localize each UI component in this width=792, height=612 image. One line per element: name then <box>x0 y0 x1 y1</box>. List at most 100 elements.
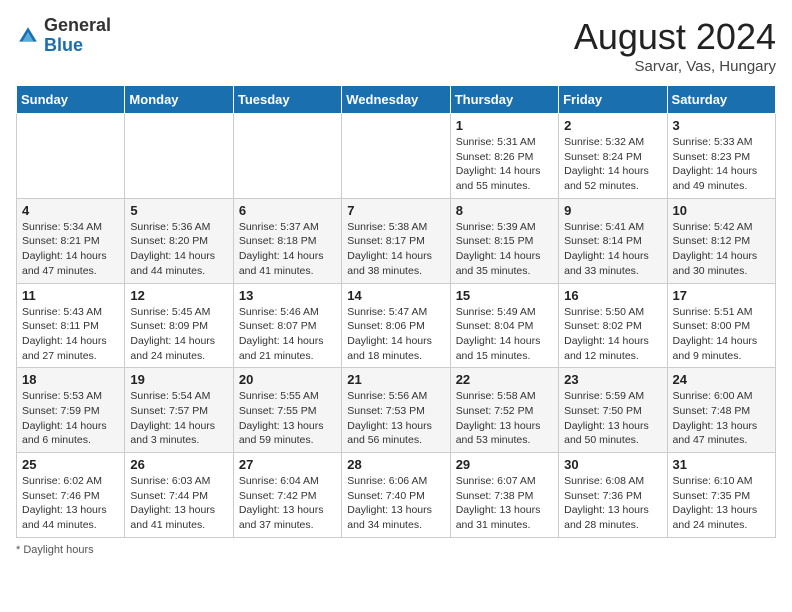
day-number: 3 <box>673 118 770 133</box>
day-number: 14 <box>347 288 444 303</box>
calendar-header-row: SundayMondayTuesdayWednesdayThursdayFrid… <box>17 86 776 114</box>
calendar-cell: 25Sunrise: 6:02 AM Sunset: 7:46 PM Dayli… <box>17 453 125 538</box>
calendar-week-row: 4 Sunrise: 5:34 AM Sunset: 8:21 PM Daylig… <box>17 198 776 283</box>
calendar-cell: 28 Sunrise: 6:06 AM Sunset: 7:40 PM Dayli… <box>342 453 450 538</box>
calendar-cell: 18 Sunrise: 5:53 AM Sunset: 7:59 PM Dayli… <box>17 368 125 453</box>
day-info: Sunrise: 6:04 AM Sunset: 7:42 PM Dayligh… <box>239 474 336 533</box>
day-number: 6 <box>239 203 336 218</box>
day-number: 4 <box>22 203 119 218</box>
day-info: Sunrise: 5:49 AM Sunset: 8:04 PM Dayligh… <box>456 305 553 364</box>
calendar-header-monday: Monday <box>125 86 233 114</box>
calendar-cell: 2 Sunrise: 5:32 AM Sunset: 8:24 PM Daylig… <box>559 114 667 199</box>
daylight-hours-label: Daylight hours <box>23 544 93 556</box>
day-number: 12 <box>130 288 227 303</box>
location-subtitle: Sarvar, Vas, Hungary <box>574 58 776 75</box>
calendar-cell: 21Sunrise: 5:56 AM Sunset: 7:53 PM Dayli… <box>342 368 450 453</box>
calendar-cell <box>233 114 341 199</box>
day-info: Sunrise: 5:39 AM Sunset: 8:15 PM Dayligh… <box>456 220 553 279</box>
day-info: Sunrise: 6:06 AM Sunset: 7:40 PM Dayligh… <box>347 474 444 533</box>
day-number: 26 <box>130 457 227 472</box>
day-info: Sunrise: 5:51 AM Sunset: 8:00 PM Dayligh… <box>673 305 770 364</box>
calendar-week-row: 18 Sunrise: 5:53 AM Sunset: 7:59 PM Dayli… <box>17 368 776 453</box>
logo-blue-text: Blue <box>44 36 111 56</box>
calendar-cell: 3Sunrise: 5:33 AM Sunset: 8:23 PM Daylig… <box>667 114 775 199</box>
calendar-cell: 6 Sunrise: 5:37 AM Sunset: 8:18 PM Daylig… <box>233 198 341 283</box>
logo-general-text: General <box>44 16 111 36</box>
day-info: Sunrise: 5:43 AM Sunset: 8:11 PM Dayligh… <box>22 305 119 364</box>
calendar-week-row: 25Sunrise: 6:02 AM Sunset: 7:46 PM Dayli… <box>17 453 776 538</box>
calendar-week-row: 1 Sunrise: 5:31 AM Sunset: 8:26 PM Daylig… <box>17 114 776 199</box>
calendar-cell: 13Sunrise: 5:46 AM Sunset: 8:07 PM Dayli… <box>233 283 341 368</box>
day-number: 8 <box>456 203 553 218</box>
calendar-cell: 7 Sunrise: 5:38 AM Sunset: 8:17 PM Daylig… <box>342 198 450 283</box>
calendar-cell: 29 Sunrise: 6:07 AM Sunset: 7:38 PM Dayli… <box>450 453 558 538</box>
day-number: 29 <box>456 457 553 472</box>
day-number: 10 <box>673 203 770 218</box>
day-info: Sunrise: 5:36 AM Sunset: 8:20 PM Dayligh… <box>130 220 227 279</box>
calendar-cell: 15Sunrise: 5:49 AM Sunset: 8:04 PM Dayli… <box>450 283 558 368</box>
logo: General Blue <box>16 16 111 56</box>
calendar-cell <box>342 114 450 199</box>
day-number: 5 <box>130 203 227 218</box>
day-number: 20 <box>239 372 336 387</box>
calendar-cell: 14 Sunrise: 5:47 AM Sunset: 8:06 PM Dayli… <box>342 283 450 368</box>
logo-icon <box>16 24 40 48</box>
day-info: Sunrise: 5:41 AM Sunset: 8:14 PM Dayligh… <box>564 220 661 279</box>
day-info: Sunrise: 6:03 AM Sunset: 7:44 PM Dayligh… <box>130 474 227 533</box>
calendar-cell: 12 Sunrise: 5:45 AM Sunset: 8:09 PM Dayli… <box>125 283 233 368</box>
calendar-cell: 9Sunrise: 5:41 AM Sunset: 8:14 PM Daylig… <box>559 198 667 283</box>
day-info: Sunrise: 5:56 AM Sunset: 7:53 PM Dayligh… <box>347 389 444 448</box>
day-number: 28 <box>347 457 444 472</box>
calendar-cell: 23 Sunrise: 5:59 AM Sunset: 7:50 PM Dayli… <box>559 368 667 453</box>
day-info: Sunrise: 5:37 AM Sunset: 8:18 PM Dayligh… <box>239 220 336 279</box>
day-info: Sunrise: 5:53 AM Sunset: 7:59 PM Dayligh… <box>22 389 119 448</box>
day-info: Sunrise: 5:45 AM Sunset: 8:09 PM Dayligh… <box>130 305 227 364</box>
calendar-cell: 27 Sunrise: 6:04 AM Sunset: 7:42 PM Dayli… <box>233 453 341 538</box>
calendar-header-thursday: Thursday <box>450 86 558 114</box>
calendar-cell: 24Sunrise: 6:00 AM Sunset: 7:48 PM Dayli… <box>667 368 775 453</box>
day-number: 30 <box>564 457 661 472</box>
month-year-title: August 2024 <box>574 16 776 58</box>
calendar-cell: 22 Sunrise: 5:58 AM Sunset: 7:52 PM Dayli… <box>450 368 558 453</box>
day-info: Sunrise: 5:47 AM Sunset: 8:06 PM Dayligh… <box>347 305 444 364</box>
calendar-cell: 11 Sunrise: 5:43 AM Sunset: 8:11 PM Dayli… <box>17 283 125 368</box>
title-area: August 2024 Sarvar, Vas, Hungary <box>574 16 776 75</box>
day-number: 13 <box>239 288 336 303</box>
day-info: Sunrise: 6:02 AM Sunset: 7:46 PM Dayligh… <box>22 474 119 533</box>
day-info: Sunrise: 5:31 AM Sunset: 8:26 PM Dayligh… <box>456 135 553 194</box>
calendar-cell: 19Sunrise: 5:54 AM Sunset: 7:57 PM Dayli… <box>125 368 233 453</box>
page-header: General Blue August 2024 Sarvar, Vas, Hu… <box>16 16 776 75</box>
day-number: 23 <box>564 372 661 387</box>
day-info: Sunrise: 5:50 AM Sunset: 8:02 PM Dayligh… <box>564 305 661 364</box>
calendar-cell: 5 Sunrise: 5:36 AM Sunset: 8:20 PM Daylig… <box>125 198 233 283</box>
calendar-header-saturday: Saturday <box>667 86 775 114</box>
day-info: Sunrise: 6:07 AM Sunset: 7:38 PM Dayligh… <box>456 474 553 533</box>
day-info: Sunrise: 5:54 AM Sunset: 7:57 PM Dayligh… <box>130 389 227 448</box>
day-number: 18 <box>22 372 119 387</box>
calendar-header-wednesday: Wednesday <box>342 86 450 114</box>
calendar-cell <box>17 114 125 199</box>
day-number: 7 <box>347 203 444 218</box>
day-info: Sunrise: 5:34 AM Sunset: 8:21 PM Dayligh… <box>22 220 119 279</box>
day-info: Sunrise: 6:10 AM Sunset: 7:35 PM Dayligh… <box>673 474 770 533</box>
calendar-table: SundayMondayTuesdayWednesdayThursdayFrid… <box>16 85 776 538</box>
calendar-cell: 26 Sunrise: 6:03 AM Sunset: 7:44 PM Dayli… <box>125 453 233 538</box>
day-info: Sunrise: 5:58 AM Sunset: 7:52 PM Dayligh… <box>456 389 553 448</box>
day-number: 1 <box>456 118 553 133</box>
calendar-week-row: 11 Sunrise: 5:43 AM Sunset: 8:11 PM Dayli… <box>17 283 776 368</box>
day-number: 2 <box>564 118 661 133</box>
footer-note: * Daylight hours <box>16 544 776 556</box>
calendar-cell: 4 Sunrise: 5:34 AM Sunset: 8:21 PM Daylig… <box>17 198 125 283</box>
day-number: 22 <box>456 372 553 387</box>
calendar-cell: 30Sunrise: 6:08 AM Sunset: 7:36 PM Dayli… <box>559 453 667 538</box>
day-number: 27 <box>239 457 336 472</box>
day-info: Sunrise: 5:59 AM Sunset: 7:50 PM Dayligh… <box>564 389 661 448</box>
calendar-header-friday: Friday <box>559 86 667 114</box>
day-number: 31 <box>673 457 770 472</box>
day-info: Sunrise: 5:32 AM Sunset: 8:24 PM Dayligh… <box>564 135 661 194</box>
calendar-cell <box>125 114 233 199</box>
day-number: 11 <box>22 288 119 303</box>
day-info: Sunrise: 5:38 AM Sunset: 8:17 PM Dayligh… <box>347 220 444 279</box>
calendar-cell: 17Sunrise: 5:51 AM Sunset: 8:00 PM Dayli… <box>667 283 775 368</box>
logo-text: General Blue <box>44 16 111 56</box>
